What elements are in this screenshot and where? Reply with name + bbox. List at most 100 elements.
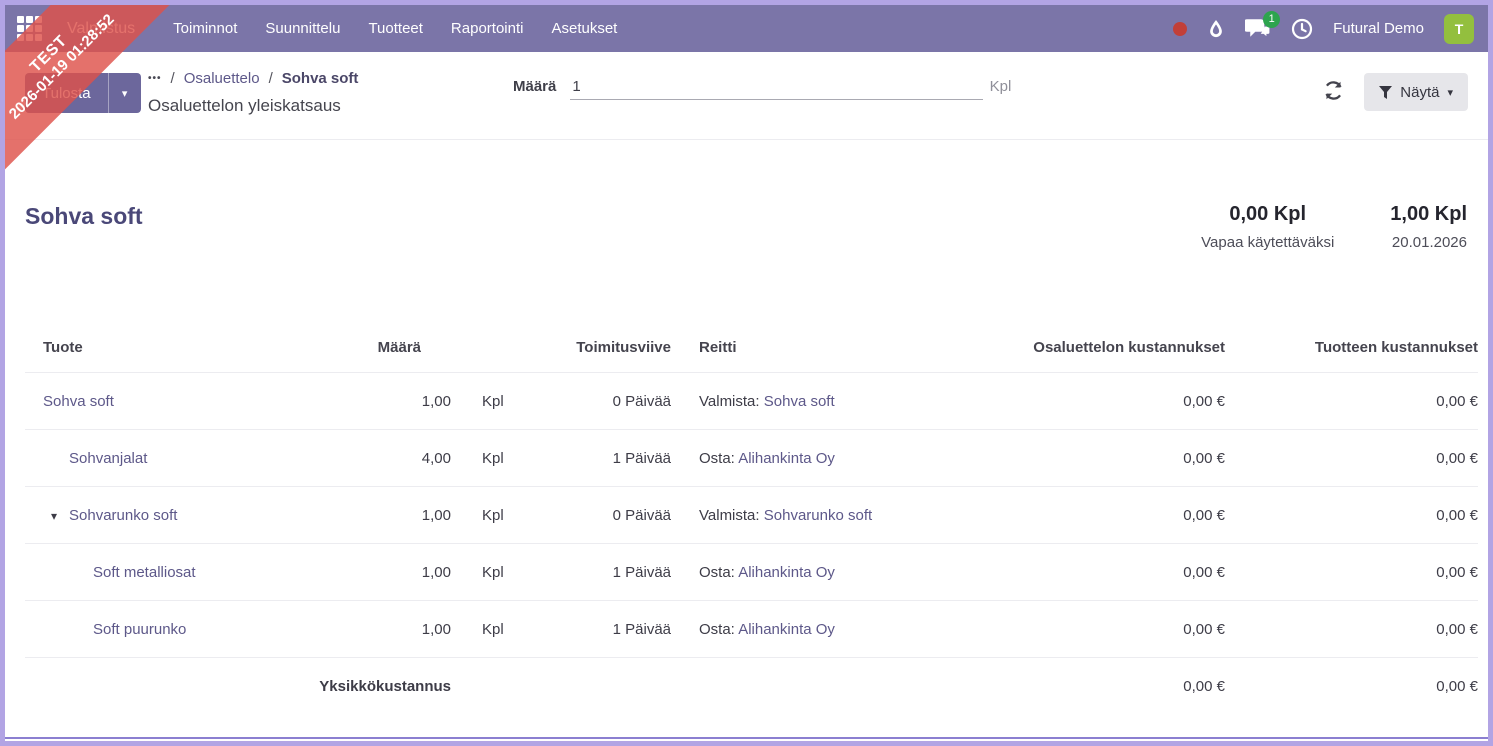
bom-cost-cell: 0,00 € bbox=[975, 486, 1225, 544]
product-cost-cell: 0,00 € bbox=[1225, 486, 1478, 544]
table-row: Sohvanjalat 4,00 Kpl 1 Päivää Osta: Alih… bbox=[25, 429, 1478, 487]
breadcrumb-link-osaluettelo[interactable]: Osaluettelo bbox=[184, 70, 260, 87]
breadcrumb-current: Sohva soft bbox=[281, 69, 359, 87]
lead-time-cell: 1 Päivää bbox=[551, 600, 671, 658]
product-link[interactable]: Sohva soft bbox=[43, 393, 114, 410]
show-caret-icon: ▾ bbox=[1447, 86, 1453, 99]
refresh-icon bbox=[1325, 81, 1342, 100]
droplet-icon[interactable] bbox=[1207, 19, 1225, 39]
col-header-lead: Toimitusviive bbox=[551, 325, 671, 373]
nav-item-tuotteet[interactable]: Tuotteet bbox=[358, 14, 432, 43]
bom-cost-cell: 0,00 € bbox=[975, 600, 1225, 658]
expand-caret-icon[interactable]: ▾ bbox=[51, 509, 69, 523]
view-subtitle: Osaluettelon yleiskatsaus bbox=[148, 96, 341, 115]
lead-time-cell: 0 Päivää bbox=[551, 486, 671, 544]
refresh-button[interactable] bbox=[1321, 78, 1346, 106]
bom-cost-cell: 0,00 € bbox=[975, 372, 1225, 430]
product-link[interactable]: Soft puurunko bbox=[93, 621, 186, 638]
stat-forecast: 1,00 Kpl 20.01.2026 bbox=[1390, 203, 1467, 251]
nav-item-raportointi[interactable]: Raportointi bbox=[441, 14, 534, 43]
show-button-label: Näytä bbox=[1400, 83, 1440, 101]
col-header-product-cost: Tuotteen kustannukset bbox=[1225, 325, 1478, 373]
qty-cell: 1,00 bbox=[355, 600, 451, 658]
unit-cell: Kpl bbox=[451, 372, 551, 430]
route-link[interactable]: Sohvarunko soft bbox=[764, 507, 872, 524]
quantity-input[interactable] bbox=[570, 75, 984, 100]
col-header-bom-cost: Osaluettelon kustannukset bbox=[975, 325, 1225, 373]
filter-funnel-icon bbox=[1379, 85, 1393, 99]
lead-time-cell: 1 Päivää bbox=[551, 429, 671, 487]
quantity-field: Määrä Kpl bbox=[513, 75, 1011, 100]
quantity-unit: Kpl bbox=[989, 78, 1012, 95]
col-header-qty: Määrä bbox=[355, 325, 451, 373]
col-header-route: Reitti bbox=[671, 325, 975, 373]
user-menu[interactable]: Futural Demo bbox=[1333, 20, 1424, 37]
product-link[interactable]: Soft metalliosat bbox=[93, 564, 196, 581]
breadcrumb-collapsed-icon[interactable]: ••• bbox=[148, 73, 162, 84]
nav-item-asetukset[interactable]: Asetukset bbox=[541, 14, 627, 43]
print-split-button: Tulosta ▾ bbox=[25, 73, 141, 113]
bom-cost-cell: 0,00 € bbox=[975, 543, 1225, 601]
page-title: Sohva soft bbox=[25, 203, 143, 229]
bom-cost-cell: 0,00 € bbox=[975, 429, 1225, 487]
quantity-label: Määrä bbox=[513, 78, 557, 95]
nav-item-toiminnot[interactable]: Toiminnot bbox=[163, 14, 247, 43]
main-menu: Toiminnot Suunnittelu Tuotteet Raportoin… bbox=[163, 14, 627, 43]
breadcrumb-separator: / bbox=[268, 69, 273, 87]
footer-bom-cost-cell: 0,00 € bbox=[1183, 677, 1225, 695]
unit-cell: Kpl bbox=[451, 429, 551, 487]
activity-clock-icon[interactable] bbox=[1291, 18, 1313, 40]
table-row: Soft metalliosat 1,00 Kpl 1 Päivää Osta:… bbox=[25, 543, 1478, 601]
qty-cell: 1,00 bbox=[355, 372, 451, 430]
unit-cell: Kpl bbox=[451, 543, 551, 601]
product-link[interactable]: Sohvarunko soft bbox=[69, 507, 177, 524]
route-cell: Osta: Alihankinta Oy bbox=[671, 600, 975, 658]
recording-indicator-icon bbox=[1173, 21, 1188, 36]
route-link[interactable]: Alihankinta Oy bbox=[738, 450, 835, 467]
breadcrumb: ••• / Osaluettelo / Sohva soft bbox=[148, 66, 358, 90]
unit-cell: Kpl bbox=[451, 486, 551, 544]
route-link[interactable]: Alihankinta Oy bbox=[738, 621, 835, 638]
show-filter-button[interactable]: Näytä ▾ bbox=[1364, 73, 1468, 111]
app-name[interactable]: Valmistus bbox=[67, 20, 135, 38]
top-navbar: Valmistus Toiminnot Suunnittelu Tuotteet… bbox=[5, 5, 1488, 52]
print-button[interactable]: Tulosta bbox=[25, 73, 108, 113]
breadcrumb-separator: / bbox=[170, 69, 175, 87]
messages-button[interactable]: 1 bbox=[1245, 10, 1281, 40]
product-cost-cell: 0,00 € bbox=[1225, 372, 1478, 430]
route-cell: Osta: Alihankinta Oy bbox=[671, 429, 975, 487]
lead-time-cell: 1 Päivää bbox=[551, 543, 671, 601]
table-row: Sohva soft 1,00 Kpl 0 Päivää Valmista: S… bbox=[25, 372, 1478, 430]
table-footer-row: Yksikkökustannus 0,00 € 0,00 € bbox=[25, 658, 1478, 715]
footer-product-cost-cell: 0,00 € bbox=[1436, 677, 1478, 695]
qty-cell: 4,00 bbox=[355, 429, 451, 487]
route-cell: Valmista: Sohvarunko soft bbox=[671, 486, 975, 544]
product-cost-cell: 0,00 € bbox=[1225, 429, 1478, 487]
nav-item-suunnittelu[interactable]: Suunnittelu bbox=[255, 14, 350, 43]
stat-available-value: 0,00 Kpl bbox=[1229, 203, 1307, 225]
avatar[interactable]: T bbox=[1444, 13, 1474, 44]
stat-available-label: Vapaa käytettäväksi bbox=[1201, 234, 1335, 251]
unit-cell: Kpl bbox=[451, 600, 551, 658]
unit-cost-label: Yksikkökustannus bbox=[319, 677, 451, 695]
route-cell: Valmista: Sohva soft bbox=[671, 372, 975, 430]
route-cell: Osta: Alihankinta Oy bbox=[671, 543, 975, 601]
apps-grid-icon[interactable] bbox=[17, 15, 43, 42]
stat-available: 0,00 Kpl Vapaa käytettäväksi bbox=[1201, 203, 1334, 251]
bottom-divider bbox=[5, 737, 1488, 739]
bom-overview-table: Tuote Määrä Toimitusviive Reitti Osaluet… bbox=[25, 325, 1478, 715]
route-link[interactable]: Sohva soft bbox=[764, 393, 835, 410]
table-row: Soft puurunko 1,00 Kpl 1 Päivää Osta: Al… bbox=[25, 600, 1478, 658]
qty-cell: 1,00 bbox=[355, 486, 451, 544]
col-header-unit bbox=[451, 325, 551, 373]
control-panel: Tulosta ▾ ••• / Osaluettelo / Sohva soft… bbox=[5, 52, 1488, 140]
col-header-product: Tuote bbox=[25, 325, 355, 373]
product-cost-cell: 0,00 € bbox=[1225, 600, 1478, 658]
product-link[interactable]: Sohvanjalat bbox=[69, 450, 147, 467]
app-window: Valmistus Toiminnot Suunnittelu Tuotteet… bbox=[0, 0, 1493, 746]
message-count-badge: 1 bbox=[1263, 10, 1281, 28]
print-dropdown-caret-icon[interactable]: ▾ bbox=[107, 73, 141, 113]
route-link[interactable]: Alihankinta Oy bbox=[738, 564, 835, 581]
stat-forecast-label: 20.01.2026 bbox=[1391, 234, 1467, 251]
qty-cell: 1,00 bbox=[355, 543, 451, 601]
